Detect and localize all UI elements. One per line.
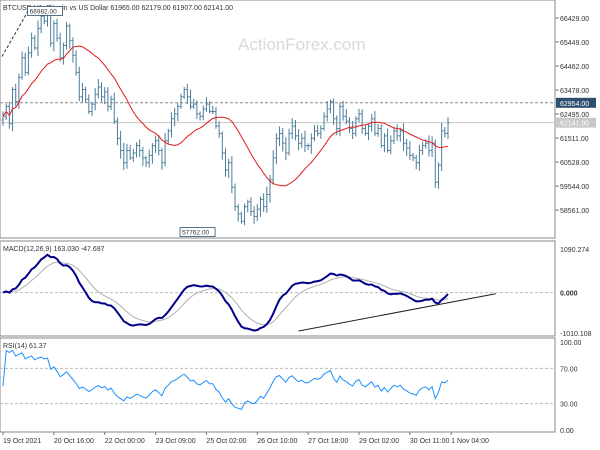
watermark: ActionForex.com <box>238 35 366 54</box>
chart-stage: ActionForex.com BTCUSD,H1: Bitcoin vs US… <box>0 0 596 445</box>
time-tick-label: 26 Oct 10:00 <box>257 438 297 445</box>
rsi-tick-label: 30.00 <box>560 402 578 409</box>
time-tick-label: 27 Oct 18:00 <box>308 438 348 445</box>
time-tick-label: 29 Oct 02:00 <box>359 438 399 445</box>
annotation-text: 66982.00 <box>30 8 57 15</box>
macd-header: MACD(12,26,9) 163.030 -47.697 <box>3 246 105 253</box>
time-tick-label: 1 Nov 04:00 <box>451 438 489 445</box>
macd-tick-label: 1090.274 <box>560 247 589 254</box>
macd-panel: 1090.274 0.000 -1010.108 MACD(12,26,9) 163… <box>0 240 592 338</box>
time-axis: 19 Oct 2021 20 Oct 16:00 22 Oct 00:00 23 Oc… <box>2 432 489 445</box>
rsi-tick-label: 70.00 <box>560 366 578 373</box>
macd-tick-label: 0.000 <box>560 291 578 298</box>
price-tick-label: 63478.00 <box>560 88 589 95</box>
price-panel: ActionForex.com BTCUSD,H1: Bitcoin vs US… <box>0 0 596 239</box>
rsi-tick-label: 100.00 <box>560 340 582 347</box>
time-tick-label: 20 Oct 16:00 <box>54 438 94 445</box>
time-tick-label: 23 Oct 09:00 <box>156 438 196 445</box>
macd-axis: 1090.274 0.000 -1010.108 <box>560 247 592 338</box>
price-tick-label: 65449.00 <box>560 40 589 47</box>
price-tick-label: 58561.00 <box>560 208 589 215</box>
price-label-text: 62141.00 <box>560 121 589 128</box>
rsi-tick-label: 0.00 <box>560 428 574 435</box>
time-tick-label: 30 Oct 11:00 <box>410 438 450 445</box>
annotation-text: 57762.00 <box>182 230 209 237</box>
time-tick-label: 22 Oct 00:00 <box>105 438 145 445</box>
price-tick-label: 61511.00 <box>560 136 589 143</box>
price-axis: 66429.0065449.0064462.0063478.0062495.00… <box>555 16 589 215</box>
macd-tick-label: -1010.108 <box>560 331 592 338</box>
rsi-panel: 100.00 70.00 30.00 0.00 RSI(14) 61.37 <box>0 337 582 435</box>
price-label-text: 62954.00 <box>560 101 589 108</box>
time-tick-label: 25 Oct 02:00 <box>206 438 246 445</box>
rsi-header: RSI(14) 61.37 <box>3 343 47 350</box>
price-tick-label: 59544.00 <box>560 184 589 191</box>
time-tick-label: 19 Oct 2021 <box>3 438 41 445</box>
price-tick-label: 60528.00 <box>560 160 589 167</box>
price-tick-label: 64462.00 <box>560 64 589 71</box>
rsi-panel-frame <box>0 337 556 433</box>
price-tick-label: 66429.00 <box>560 16 589 23</box>
